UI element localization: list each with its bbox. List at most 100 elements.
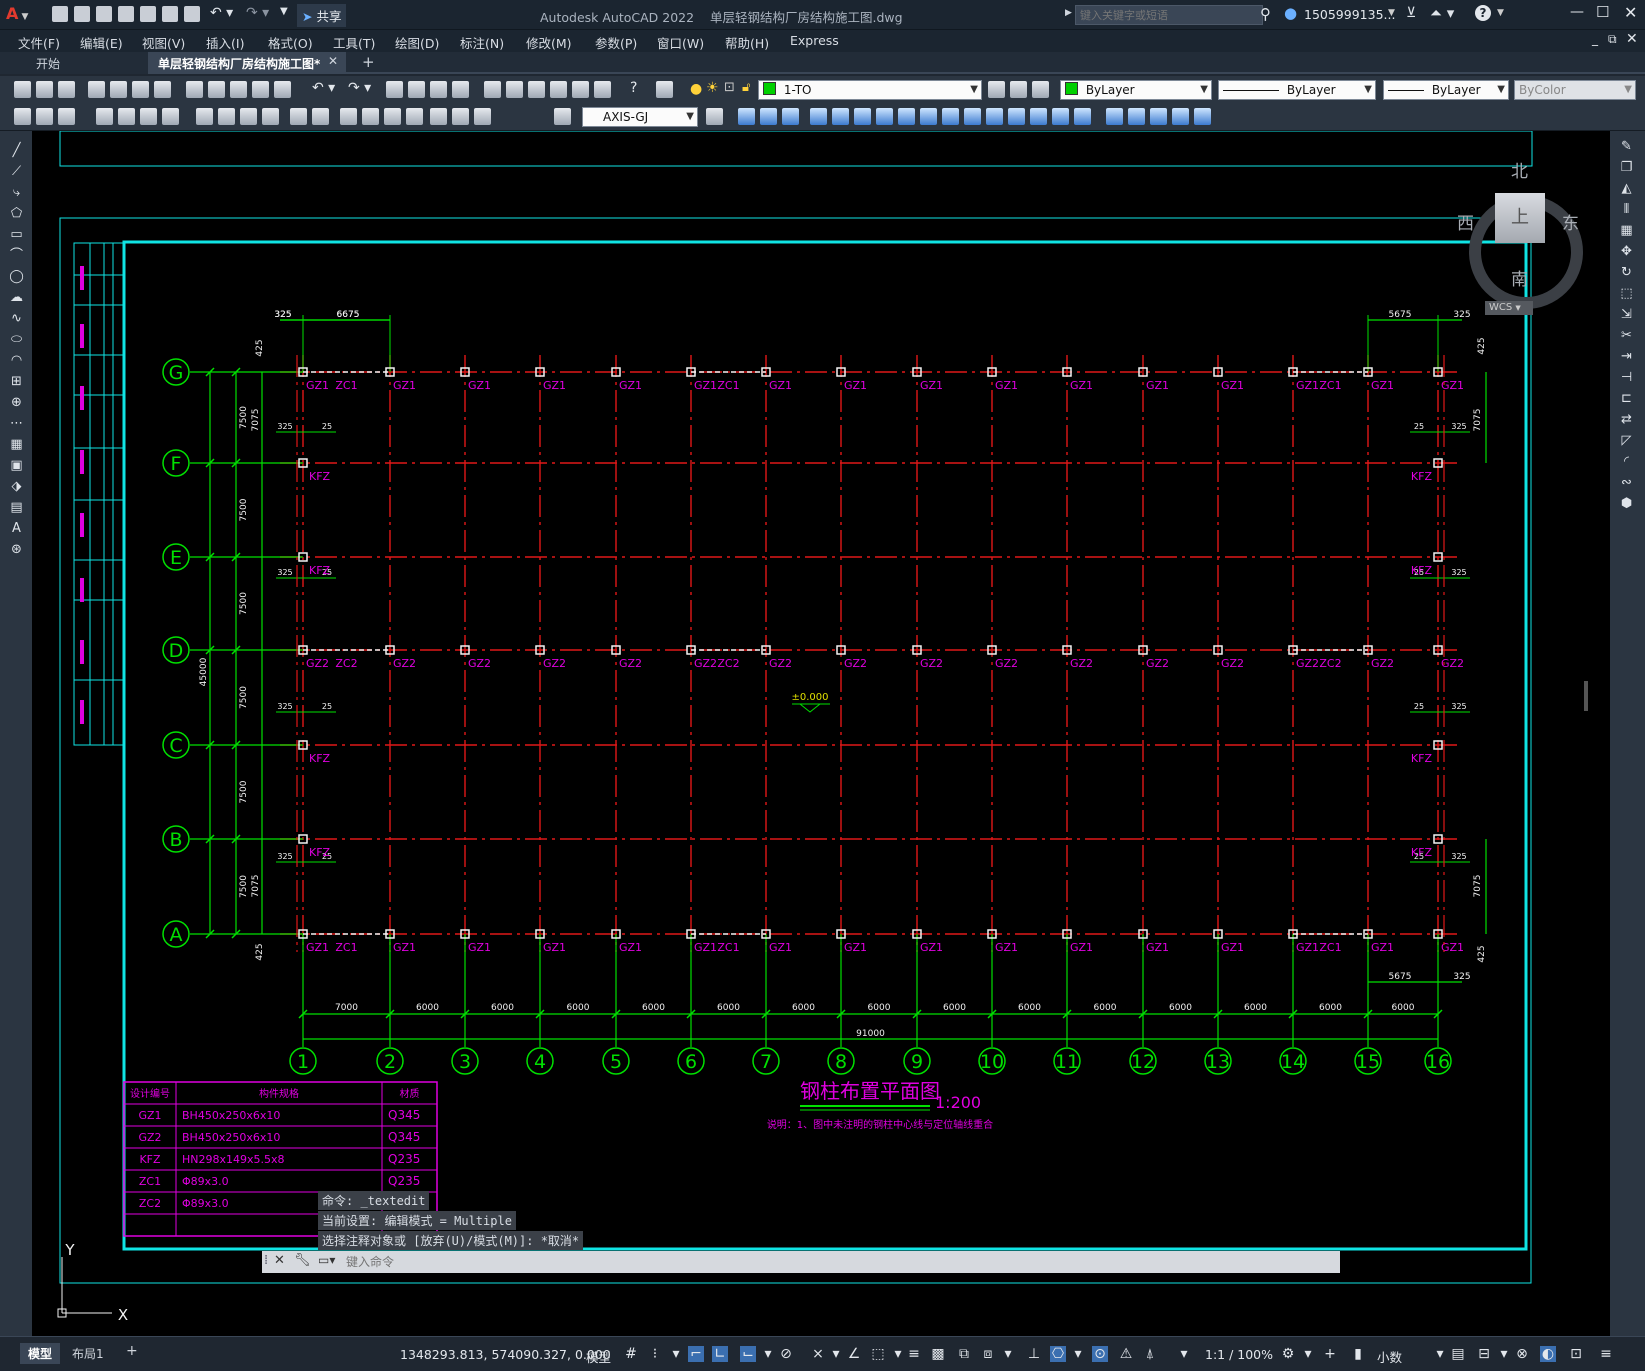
ellipse-icon[interactable]: ⬭ (8, 332, 25, 347)
group-select-icon[interactable] (1172, 108, 1189, 125)
erase-icon[interactable] (1074, 108, 1091, 125)
scale-icon[interactable]: ⬚ (1618, 286, 1635, 301)
coordinates-readout[interactable]: 1348293.813, 574090.327, 0.000 (400, 1347, 611, 1362)
annotation-visibility-icon[interactable]: ⊙ (1092, 1346, 1108, 1362)
insert-block-icon[interactable]: ⊞ (8, 374, 25, 389)
cart-icon[interactable]: ⊻ (1406, 5, 1416, 21)
quick-properties-icon[interactable]: ▮ (1350, 1346, 1366, 1362)
tolerance-icon[interactable] (340, 108, 357, 125)
annotation-scale-icon[interactable]: ⍋ (1142, 1346, 1158, 1362)
layer-states-icon[interactable] (1032, 81, 1049, 98)
dim-quick-icon[interactable] (218, 108, 235, 125)
dim-angular-icon[interactable] (196, 108, 213, 125)
fillet-icon[interactable] (986, 108, 1003, 125)
annotation-scale[interactable]: 1:1 / 100% (1205, 1347, 1273, 1362)
arc-icon[interactable]: ⌒ (8, 248, 25, 263)
add-layout-button[interactable]: + (126, 1343, 138, 1359)
dim-text-edit-icon[interactable] (452, 108, 469, 125)
drawing-canvas[interactable]: G F E D C B A 7500 7500 7500 7500 7500 7500 45000 7075… (32, 131, 1610, 1336)
dim-aligned-icon[interactable] (36, 108, 53, 125)
customize-status-icon[interactable]: ≡ (1598, 1346, 1614, 1362)
layer-lightbulb-icon[interactable]: ● (690, 81, 702, 97)
rectangle-icon[interactable]: ▭ (8, 227, 25, 242)
join-icon[interactable] (942, 108, 959, 125)
fillet-icon[interactable]: ◜ (1618, 454, 1635, 469)
array-icon[interactable]: ▦ (1618, 223, 1635, 238)
group-edit-icon[interactable] (1150, 108, 1167, 125)
lineweight-dropdown[interactable]: ByLayer ▼ (1383, 80, 1509, 100)
spline-icon[interactable]: ∿ (8, 311, 25, 326)
auto-scale-icon[interactable]: ⚠ (1118, 1346, 1134, 1362)
dynucs-dropdown-icon[interactable]: ▾ (1000, 1346, 1016, 1362)
move-icon[interactable] (738, 108, 755, 125)
save-icon[interactable] (96, 6, 112, 22)
save-as-icon[interactable] (118, 6, 134, 22)
command-grip-icon[interactable]: ⁞ (264, 1253, 268, 1268)
plotstyle-dropdown[interactable]: ByColor ▼ (1514, 80, 1636, 100)
layer-lock-icon[interactable]: 🔓︎ (742, 80, 750, 95)
plot-icon[interactable] (184, 6, 200, 22)
dim-break-icon[interactable] (312, 108, 329, 125)
plot-icon[interactable] (88, 81, 105, 98)
open-icon[interactable] (74, 6, 90, 22)
annotation-monitor-icon[interactable]: + (1322, 1346, 1338, 1362)
dim-linear-icon[interactable] (14, 108, 31, 125)
layer-manager-icon[interactable] (656, 81, 673, 98)
ungroup-icon[interactable] (1128, 108, 1145, 125)
viewcube[interactable]: 上 北 南 东 西 WCS ▼ (1447, 143, 1587, 333)
offset-icon[interactable] (1030, 108, 1047, 125)
match-properties-icon[interactable] (252, 81, 269, 98)
annotation-scale-dropdown-icon[interactable]: ▾ (1176, 1346, 1192, 1362)
copy-icon[interactable] (208, 81, 225, 98)
ellipse-arc-icon[interactable]: ◠ (8, 353, 25, 368)
redo-icon[interactable]: ↷ ▾ (348, 80, 371, 96)
block-editor-icon[interactable] (274, 81, 291, 98)
menu-tools[interactable]: 工具(T) (333, 33, 375, 52)
ucs-icon[interactable]: ⊥ (1026, 1346, 1042, 1362)
dim-ordinate-icon[interactable] (96, 108, 113, 125)
viewcube-face[interactable]: 上 (1495, 193, 1545, 243)
snap-dropdown-icon[interactable]: ▾ (668, 1346, 684, 1362)
hatch-icon[interactable]: ▦ (8, 437, 25, 452)
search-input[interactable] (1075, 5, 1263, 25)
dim-jogged-icon[interactable] (140, 108, 157, 125)
dim-space-icon[interactable] (290, 108, 307, 125)
make-block-icon[interactable]: ⊕ (8, 395, 25, 410)
trim-icon[interactable] (876, 108, 893, 125)
insert-block-icon[interactable] (1194, 108, 1211, 125)
group-icon[interactable] (1106, 108, 1123, 125)
break-icon[interactable]: ⊏ (1618, 391, 1635, 406)
wcs-menu[interactable]: WCS ▼ (1485, 301, 1533, 315)
rotate-icon[interactable]: ↻ (1618, 265, 1635, 280)
zoom-previous-icon[interactable] (452, 81, 469, 98)
transparency-icon[interactable]: ▩ (930, 1346, 946, 1362)
blend-icon[interactable]: ∾ (1618, 475, 1635, 490)
dim-edit-icon[interactable] (430, 108, 447, 125)
zoom-realtime-icon[interactable] (408, 81, 425, 98)
command-close-icon[interactable]: ✕ (274, 1253, 285, 1268)
selection-cycling-icon[interactable]: ⧉ (956, 1346, 972, 1362)
jogged-linear-icon[interactable] (406, 108, 423, 125)
explode-icon[interactable]: ⬢ (1618, 496, 1635, 511)
dim-update-icon[interactable] (474, 108, 491, 125)
plot-preview-icon[interactable] (110, 81, 127, 98)
redo-icon[interactable]: ↷ ▾ (246, 5, 269, 21)
zoom-window-icon[interactable] (430, 81, 447, 98)
tab-drawing[interactable]: 单层轻钢结构厂房结构施工图* ✕ (148, 52, 346, 74)
help-icon[interactable]: ? (1475, 5, 1491, 21)
tab-start[interactable]: 开始 (0, 52, 148, 74)
explode-icon[interactable] (1052, 108, 1069, 125)
undo-icon[interactable]: ↶ ▾ (210, 5, 233, 21)
autodesk-a360-icon[interactable]: ⏶ ▾ (1430, 4, 1454, 22)
inspect-icon[interactable] (384, 108, 401, 125)
snap-icon[interactable]: ⁝ (647, 1346, 663, 1362)
command-input[interactable] (344, 1253, 1334, 1271)
dynucs-icon[interactable]: ⧈ (980, 1346, 996, 1362)
array-icon[interactable] (1008, 108, 1025, 125)
dimstyle-dropdown[interactable]: AXIS-GJ ▼ (582, 107, 698, 127)
layer-dropdown[interactable]: 1-TO ▼ (758, 80, 982, 100)
mirror-icon[interactable] (832, 108, 849, 125)
user-name[interactable]: 1505999135... (1304, 7, 1395, 22)
erase-icon[interactable]: ✎ (1618, 139, 1635, 154)
extend-icon[interactable]: ⇥ (1618, 349, 1635, 364)
